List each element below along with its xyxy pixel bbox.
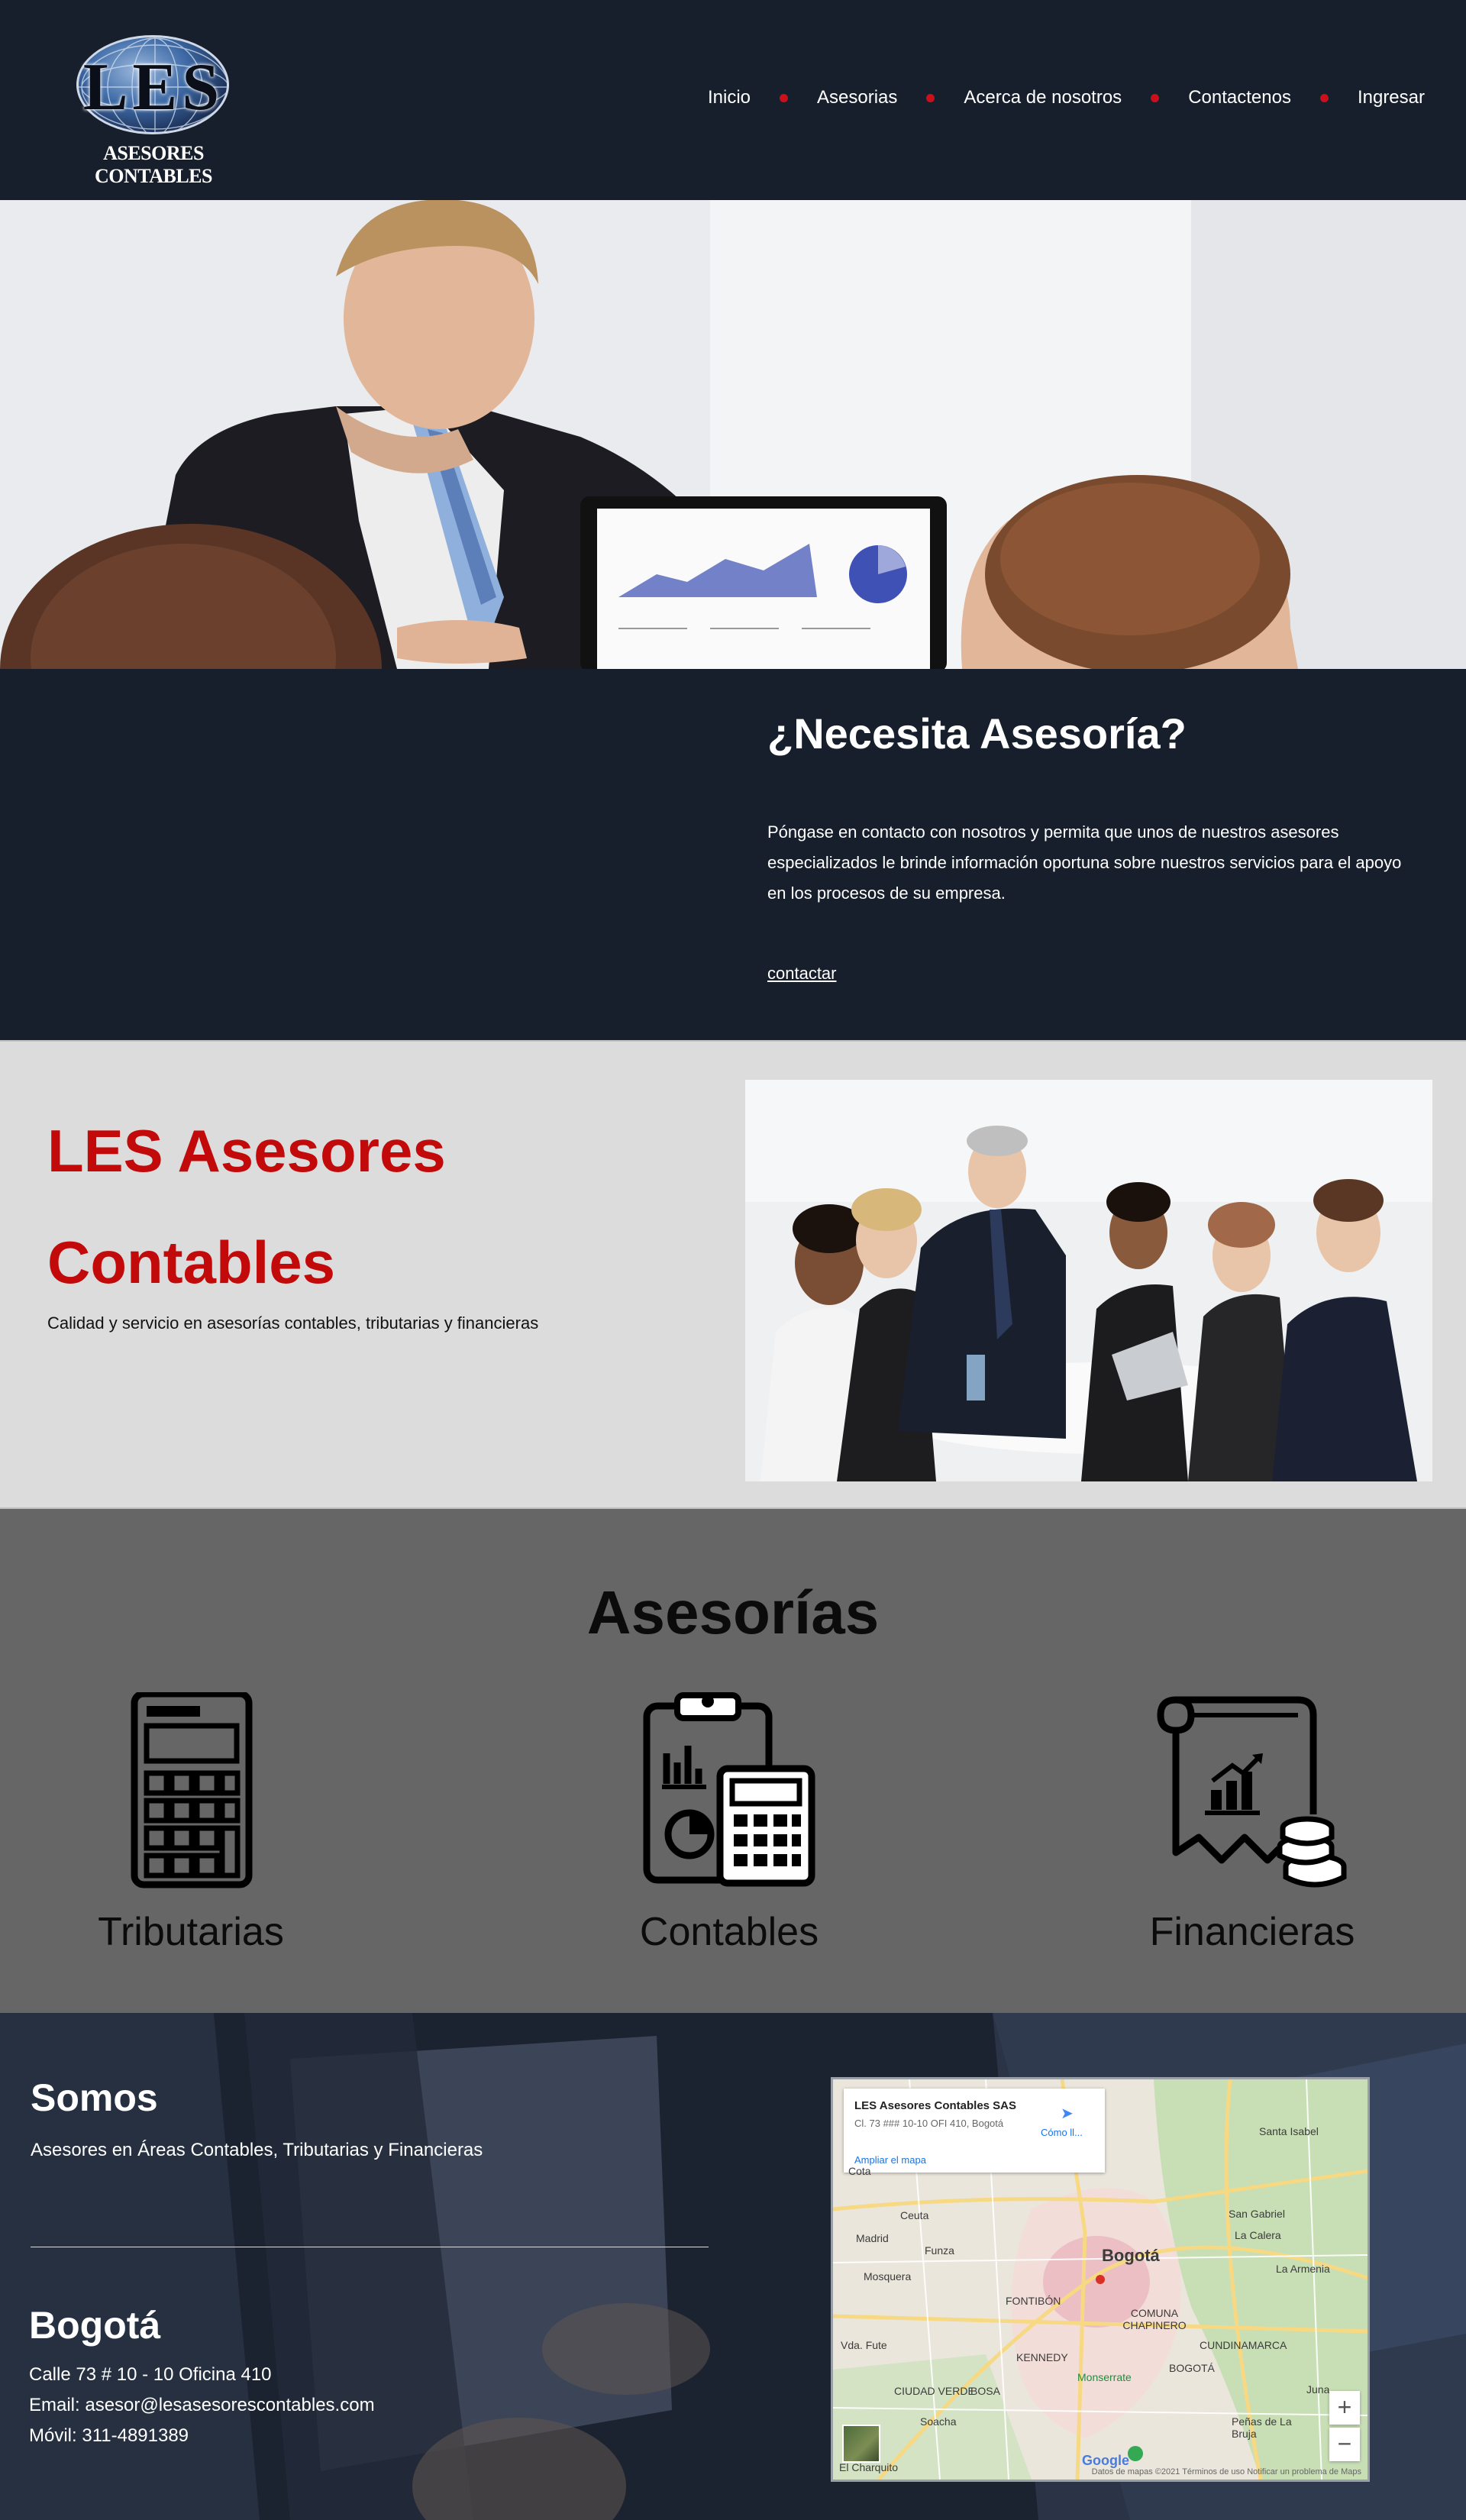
logo[interactable]: LES ASESORES CONTABLES — [73, 35, 234, 187]
map-place: Juna — [1306, 2383, 1330, 2396]
map-place: Cota — [848, 2165, 871, 2177]
map-place: Santa Isabel — [1259, 2125, 1319, 2137]
google-logo: Google — [1082, 2453, 1129, 2468]
nav-item-asesorias[interactable]: Asesorias — [817, 87, 897, 108]
clipboard-calculator-icon — [643, 1692, 815, 1887]
nav-separator-dot — [1151, 93, 1160, 102]
map-place: Vda. Fute — [841, 2339, 887, 2351]
nav-item-inicio[interactable]: Inicio — [708, 87, 751, 108]
embedded-map[interactable]: LES Asesores Contables SAS Cl. 73 ### 10… — [831, 2077, 1370, 2482]
logo-subtitle: ASESORES CONTABLES — [95, 142, 212, 187]
map-place: La Armenia — [1276, 2263, 1330, 2275]
main-nav: Inicio Asesorias Acerca de nosotros Cont… — [708, 87, 1425, 108]
map-attribution[interactable]: Datos de mapas ©2021 Términos de uso Not… — [1092, 2467, 1361, 2476]
nav-separator-dot — [1319, 93, 1329, 102]
place-address: Cl. 73 ### 10-10 OFI 410, Bogotá — [854, 2118, 1004, 2129]
service-label: Contables — [639, 1910, 819, 1954]
map-place: KENNEDY — [1016, 2351, 1068, 2363]
services-section: Asesorías Tributarias Contables Financie… — [0, 1509, 1466, 2013]
cta-title: ¿Necesita Asesoría? — [767, 709, 1187, 758]
map-place: Soacha — [920, 2415, 957, 2428]
map-city-label: Bogotá — [1102, 2246, 1160, 2265]
site-footer: Somos Asesores en Áreas Contables, Tribu… — [0, 2013, 1466, 2520]
cta-description: Póngase en contacto con nosotros y permi… — [767, 822, 1402, 903]
address-text: Calle 73 # 10 - 10 Oficina 410 — [29, 2364, 272, 2385]
hero-image — [0, 200, 1466, 669]
map-place: San Gabriel — [1229, 2208, 1285, 2220]
logo-text: LES — [82, 50, 224, 124]
about-section: LES Asesores Contables Calidad y servici… — [0, 1040, 1466, 1509]
nav-separator-dot — [926, 93, 935, 102]
map-place: Mosquera — [864, 2270, 912, 2283]
city-title: Bogotá — [29, 2304, 161, 2347]
phone-text[interactable]: Móvil: 311-4891389 — [29, 2425, 189, 2447]
service-contables[interactable]: Contables — [569, 1692, 890, 1955]
map-place: Madrid — [856, 2232, 889, 2244]
map-place: FONTIBÓN — [1006, 2295, 1061, 2307]
team-photo — [745, 1080, 1432, 1481]
services-title: Asesorías — [586, 1578, 880, 1646]
map-place: COMUNA CHAPINERO — [1122, 2307, 1187, 2331]
directions-link[interactable]: Cómo ll... — [1041, 2127, 1083, 2138]
map-place: Ceuta — [900, 2209, 929, 2221]
service-tributarias[interactable]: Tributarias — [31, 1692, 351, 1955]
map-place: El Charquito — [839, 2461, 899, 2473]
about-title: LES Asesores Contables — [47, 1117, 446, 1296]
service-label: Financieras — [1149, 1910, 1355, 1954]
map-place: BOGOTÁ — [1169, 2362, 1215, 2374]
enlarge-map-link[interactable]: Ampliar el mapa — [854, 2154, 926, 2166]
consultation-section: ¿Necesita Asesoría? Póngase en contacto … — [0, 669, 1466, 1040]
financial-report-coins-icon — [1157, 1696, 1347, 1888]
somos-text: Asesores en Áreas Contables, Tributarias… — [31, 2140, 483, 2160]
map-place: CUNDINAMARCA — [1200, 2339, 1287, 2351]
nav-item-contactenos[interactable]: Contactenos — [1188, 87, 1291, 108]
satellite-toggle[interactable] — [842, 2425, 880, 2463]
map-place: BOSA — [970, 2385, 1000, 2397]
place-info-card: LES Asesores Contables SAS Cl. 73 ### 10… — [844, 2089, 1105, 2173]
nav-item-acerca[interactable]: Acerca de nosotros — [964, 87, 1122, 108]
about-subtitle: Calidad y servicio en asesorías contable… — [47, 1313, 539, 1333]
map-place: Peñas de La Bruja — [1232, 2415, 1292, 2440]
email-text[interactable]: Email: asesor@lesasesorescontables.com — [29, 2395, 375, 2416]
service-label: Tributarias — [98, 1910, 284, 1954]
nav-item-ingresar[interactable]: Ingresar — [1358, 87, 1425, 108]
map-place: Monserrate — [1077, 2371, 1132, 2383]
nav-separator-dot — [780, 93, 789, 102]
directions-icon[interactable]: ➤ — [1061, 2104, 1074, 2122]
calculator-icon — [131, 1692, 253, 1888]
zoom-in-button[interactable]: + — [1329, 2391, 1360, 2425]
service-financieras[interactable]: Financieras — [1092, 1692, 1413, 1955]
map-place: Funza — [925, 2244, 954, 2257]
zoom-out-button[interactable]: − — [1329, 2428, 1360, 2461]
somos-title: Somos — [31, 2076, 158, 2119]
site-header: LES ASESORES CONTABLES Inicio Asesorias … — [0, 0, 1466, 200]
map-place: CIUDAD VERDE — [894, 2385, 975, 2397]
place-name: LES Asesores Contables SAS — [854, 2099, 1017, 2112]
map-place: La Calera — [1235, 2229, 1281, 2241]
contact-link[interactable]: contactar — [767, 964, 837, 984]
